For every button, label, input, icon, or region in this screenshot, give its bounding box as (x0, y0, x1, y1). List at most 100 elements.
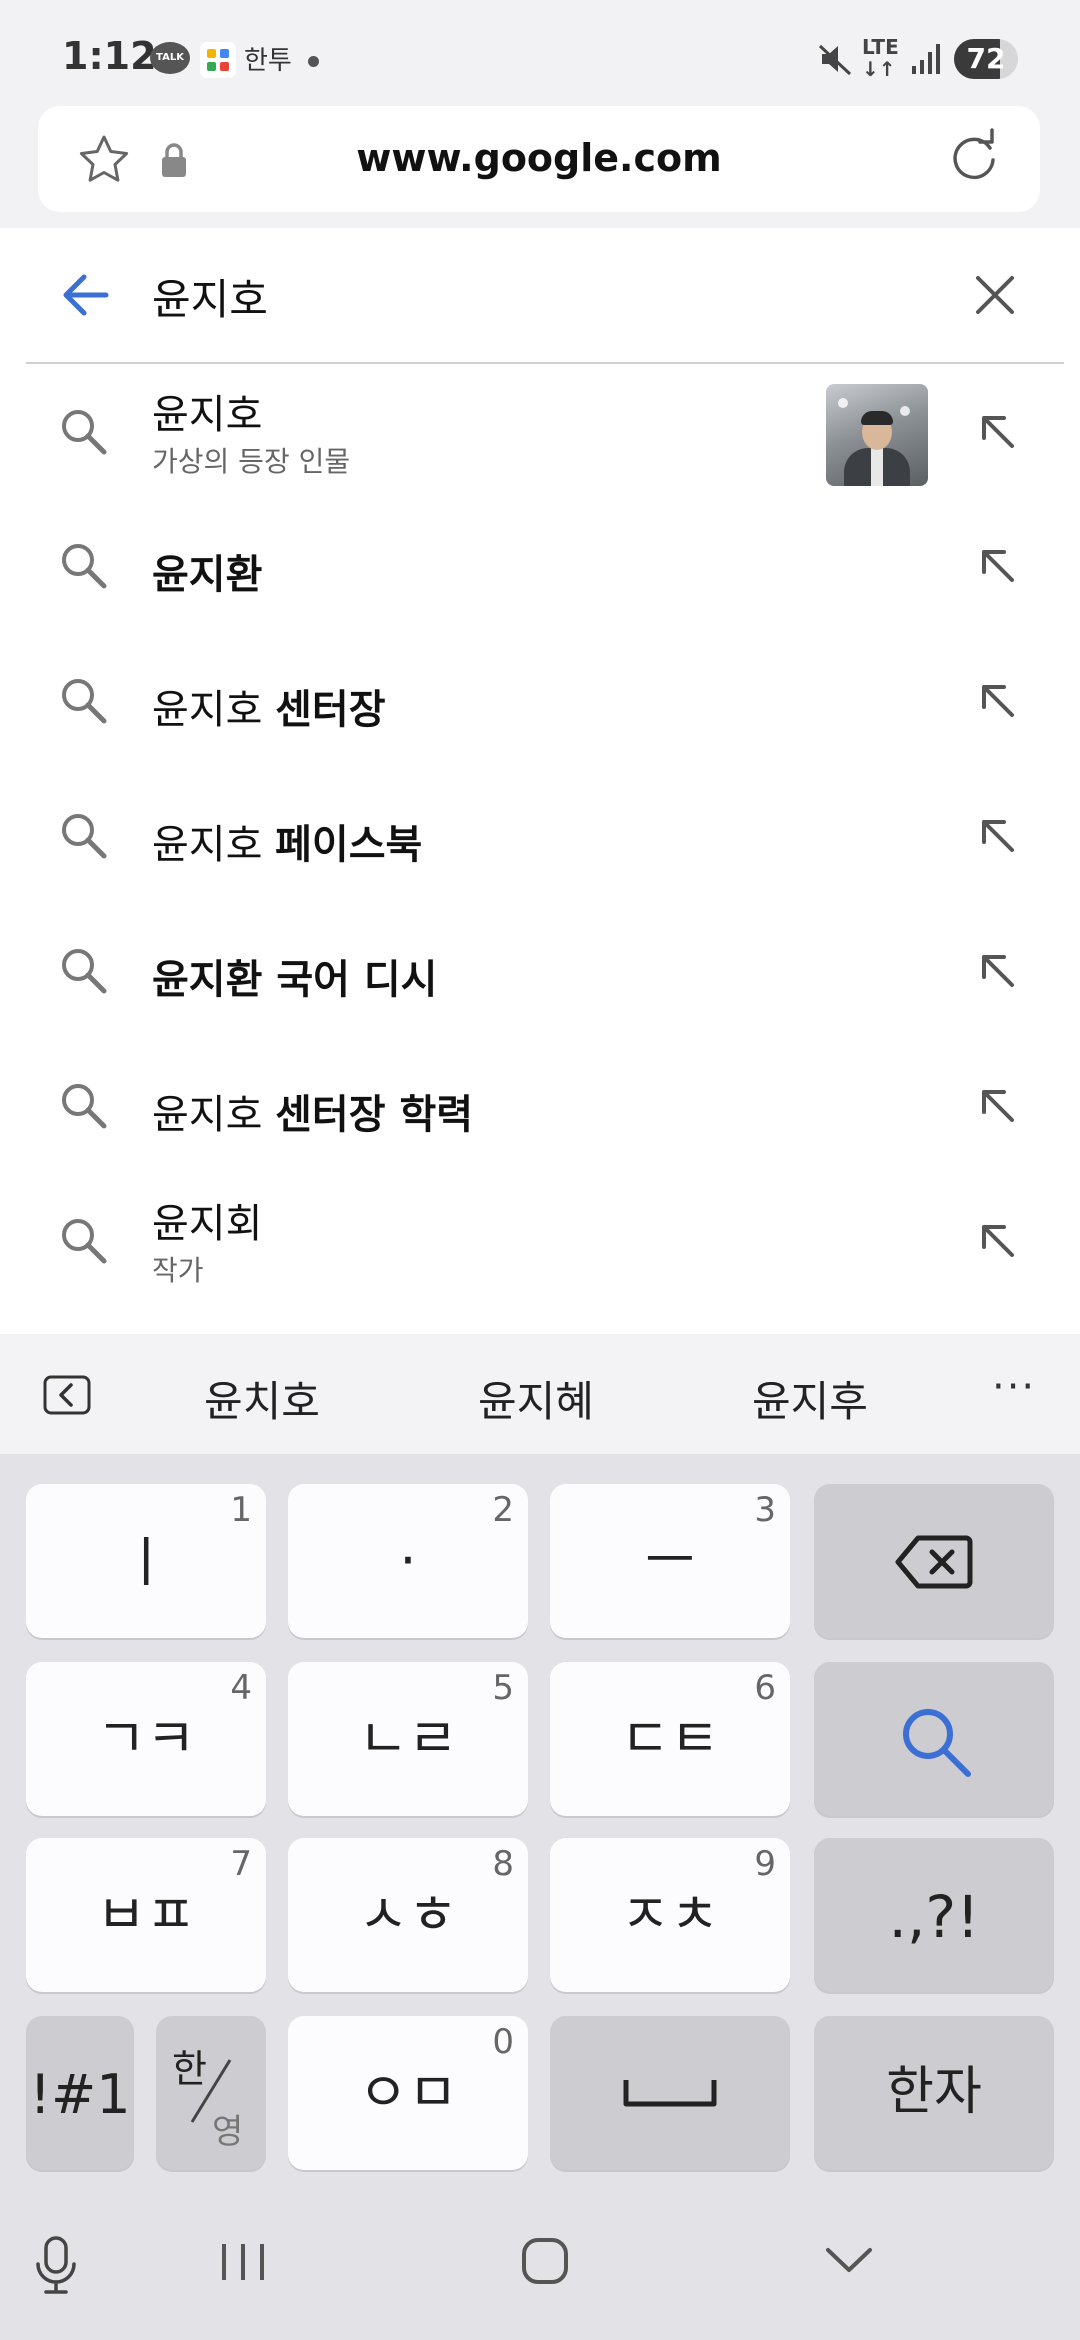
fill-query-arrow-icon[interactable] (976, 679, 1018, 721)
suggestion-subtitle: 가상의 등장 인물 (152, 445, 351, 478)
app-grid-icon (200, 42, 236, 78)
key-eu-vowel[interactable]: 3 ㅡ (550, 1484, 790, 1638)
key-number: 6 (754, 1668, 776, 1708)
notification-dot-icon (308, 56, 319, 67)
search-icon (62, 814, 107, 859)
key-ieung[interactable]: 0 ㅇㅁ (288, 2016, 528, 2170)
key-number: 9 (754, 1844, 776, 1884)
search-input[interactable]: 윤지호 (152, 266, 268, 327)
key-number: 8 (492, 1844, 514, 1884)
key-siot[interactable]: 8 ㅅㅎ (288, 1838, 528, 1992)
suggestion-text: 윤지호 (152, 1092, 276, 1138)
key-dot-vowel[interactable]: 2 · (288, 1484, 528, 1638)
key-label: .,?! (888, 1883, 980, 1951)
reload-icon[interactable] (944, 128, 1004, 188)
fill-query-arrow-icon[interactable] (976, 949, 1018, 991)
suggestion-item[interactable]: 윤지호 가상의 등장 인물 (0, 364, 1080, 498)
key-number: 7 (230, 1844, 252, 1884)
search-icon (62, 544, 107, 589)
search-icon (62, 410, 107, 455)
hantu-app-icon: 한투 (244, 46, 292, 76)
key-bieup[interactable]: 7 ㅂㅍ (26, 1838, 266, 1992)
key-number: 0 (492, 2022, 514, 2062)
key-number: 5 (492, 1668, 514, 1708)
key-giyeok[interactable]: 4 ㄱㅋ (26, 1662, 266, 1816)
search-icon (903, 1709, 971, 1777)
key-label: ㄱㅋ (96, 1707, 196, 1770)
url-text[interactable]: www.google.com (38, 136, 1040, 180)
url-bar[interactable]: www.google.com (38, 106, 1040, 212)
keyboard-suggestion-strip: 윤치호 윤지혜 윤지후 ··· (0, 1334, 1080, 1454)
back-arrow-icon[interactable] (58, 268, 112, 322)
backspace-key[interactable] (814, 1484, 1054, 1638)
suggestion-bold-text: 센터장 학력 (275, 1092, 474, 1138)
key-number: 3 (754, 1490, 776, 1530)
key-number: 1 (230, 1490, 252, 1530)
key-number: 2 (492, 1490, 514, 1530)
key-i-vowel[interactable]: 1 ㅣ (26, 1484, 266, 1638)
key-label: ㅣ (121, 1531, 171, 1594)
key-label: · (399, 1529, 417, 1592)
backspace-icon (895, 1535, 973, 1589)
key-label: ㅇㅁ (358, 2061, 458, 2124)
suggestion-text: 윤지회 (152, 1201, 263, 1247)
key-label: !#1 (29, 2063, 131, 2126)
space-icon (623, 2080, 717, 2107)
key-label: ㄴㄹ (358, 1707, 458, 1770)
key-nieun[interactable]: 5 ㄴㄹ (288, 1662, 528, 1816)
suggestion-item[interactable]: 윤지호 페이스북 (0, 768, 1080, 902)
key-label: ㅂㅍ (96, 1883, 196, 1946)
fill-query-arrow-icon[interactable] (976, 410, 1018, 452)
suggestion-item[interactable]: 윤지호 센터장 (0, 633, 1080, 767)
fill-query-arrow-icon[interactable] (976, 1084, 1018, 1126)
search-icon (62, 1084, 107, 1129)
suggestion-subtitle: 작가 (152, 1254, 204, 1287)
search-panel: 윤지호 윤지호 가상의 등장 인물 윤지환 윤지호 센터장 윤지호 페이스북 윤… (0, 228, 1080, 1334)
keyboard-suggestion-word[interactable]: 윤지후 (752, 1368, 868, 1429)
fill-query-arrow-icon[interactable] (976, 814, 1018, 856)
search-key[interactable] (814, 1662, 1054, 1816)
fill-query-arrow-icon[interactable] (976, 1219, 1018, 1261)
key-label: 한자 (886, 2062, 982, 2122)
key-label: ㅈㅊ (620, 1883, 720, 1946)
keyboard-suggestion-word[interactable]: 윤치호 (204, 1368, 320, 1429)
key-number: 4 (230, 1668, 252, 1708)
hanja-key[interactable]: 한자 (814, 2016, 1054, 2170)
suggestion-item[interactable]: 윤지환 (0, 498, 1080, 632)
key-digeut[interactable]: 6 ㄷㅌ (550, 1662, 790, 1816)
person-thumbnail (826, 384, 928, 486)
suggestion-text: 윤지호 (152, 822, 276, 868)
keyboard-suggestion-word[interactable]: 윤지혜 (478, 1368, 594, 1429)
key-jieut[interactable]: 9 ㅈㅊ (550, 1838, 790, 1992)
status-time: 1:12 (62, 34, 157, 78)
language-toggle-key[interactable]: 한 영 (156, 2016, 266, 2170)
battery-level: 72 (966, 42, 1006, 75)
hide-keyboard-chevron-icon[interactable] (824, 2244, 874, 2276)
more-options-icon[interactable]: ··· (992, 1364, 1036, 1410)
suggestion-item[interactable]: 윤지환 국어 디시 (0, 903, 1080, 1037)
recent-apps-icon[interactable] (218, 2240, 268, 2284)
symbols-key[interactable]: !#1 (26, 2016, 134, 2170)
search-icon (62, 1219, 107, 1264)
search-input-row: 윤지호 (0, 228, 1080, 362)
suggestion-text: 윤지호 (152, 687, 276, 733)
suggestion-bold-text: 윤지환 (152, 552, 263, 598)
punctuation-key[interactable]: .,?! (814, 1838, 1054, 1992)
toolbar-collapse-icon[interactable] (42, 1374, 92, 1416)
key-label: ㄷㅌ (620, 1707, 720, 1770)
clear-icon[interactable] (972, 272, 1018, 318)
search-icon (62, 949, 107, 994)
home-icon[interactable] (520, 2236, 570, 2286)
suggestion-item[interactable]: 윤지회 작가 (0, 1173, 1080, 1307)
battery-icon: 72 (954, 39, 1018, 79)
key-label: ㅡ (645, 1529, 695, 1592)
space-key[interactable] (550, 2016, 790, 2170)
microphone-icon[interactable] (34, 2236, 78, 2296)
mute-icon (818, 44, 852, 76)
suggestion-item[interactable]: 윤지호 센터장 학력 (0, 1038, 1080, 1172)
suggestion-bold-text: 센터장 (275, 687, 386, 733)
fill-query-arrow-icon[interactable] (976, 544, 1018, 586)
keyboard: 1 ㅣ 2 · 3 ㅡ 4 ㄱㅋ 5 ㄴㄹ 6 ㄷㅌ 7 ㅂㅍ 8 ㅅㅎ 9 ㅈ… (0, 1454, 1080, 2176)
suggestion-bold-text: 페이스북 (275, 822, 423, 868)
kakaotalk-icon: TALK (150, 42, 190, 74)
